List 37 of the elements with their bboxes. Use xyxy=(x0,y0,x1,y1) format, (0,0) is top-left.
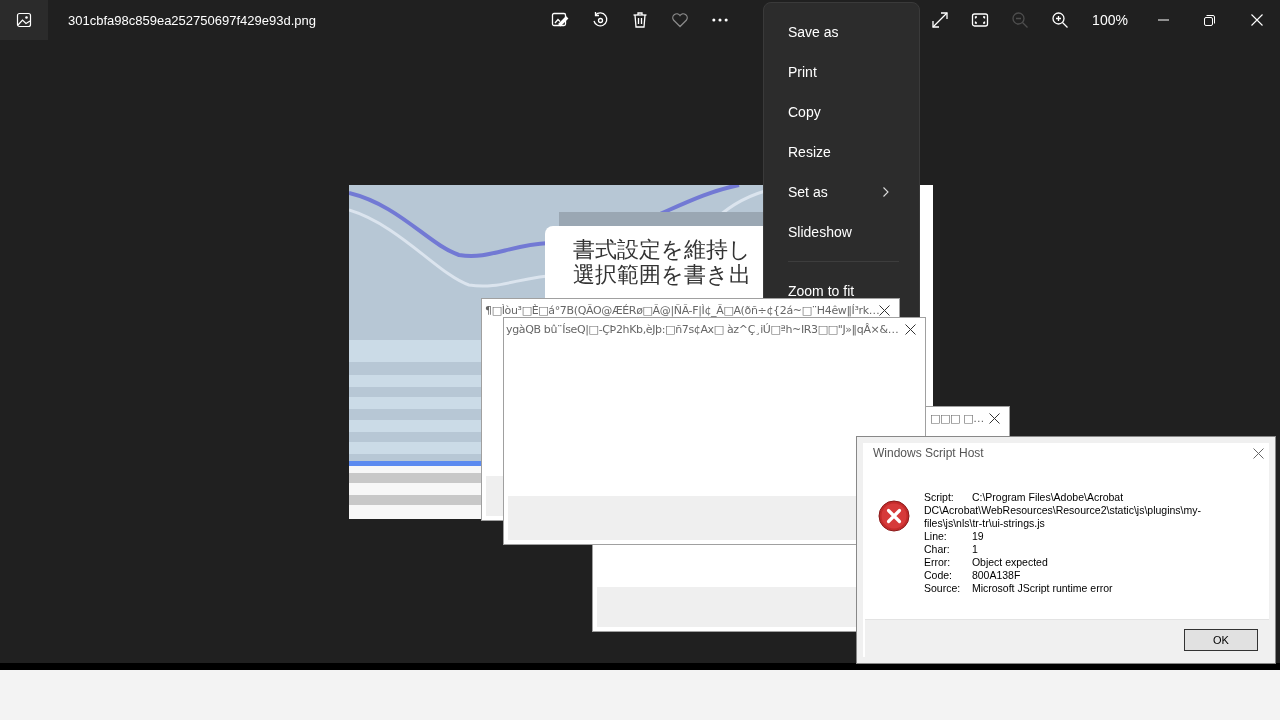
minimize-icon xyxy=(1157,19,1169,21)
menu-label: Set as xyxy=(788,184,828,200)
heart-icon xyxy=(671,11,689,29)
file-name: 301cbfa98c859ea252750697f429e93d.png xyxy=(68,12,316,28)
window-title: Windows Script Host xyxy=(873,446,984,460)
zoom-level[interactable]: 100% xyxy=(1092,12,1128,28)
more-icon xyxy=(712,18,728,22)
rotate-icon xyxy=(591,11,609,29)
error-detail-line: Source: Microsoft JScript runtime error xyxy=(924,582,1114,595)
error-detail-line: Script: C:\Program Files\Adobe\Acrobat DC\Acrobat\WebResources\Resource2\static\js\plugins\my-files\js\nls\tr-tr\ui-strings.js xyxy=(924,491,1202,530)
menu-item[interactable]: Set as xyxy=(768,172,915,212)
ok-button[interactable]: OK xyxy=(1184,629,1258,651)
close-icon[interactable] xyxy=(905,323,916,335)
menu-item[interactable]: Copy xyxy=(768,92,915,132)
restore-icon xyxy=(1204,14,1216,26)
close-icon[interactable] xyxy=(1253,447,1264,459)
window-title: □□□ □… xyxy=(930,411,984,425)
error-detail-line: Error: Object expected xyxy=(924,556,1049,569)
close-icon[interactable] xyxy=(879,304,890,316)
edit-image-icon xyxy=(551,11,569,29)
heading-line: 選択範囲を書き出 xyxy=(572,261,751,287)
window-title: ygàQB bû¨ÍseQ|□-ÇÞ2hKb,èJþ:□ñ7s¢Ax□ àz^Ç¸iÚ□ªh~IR3□□"J»‖qÂ×&… xyxy=(506,322,900,336)
menu-item[interactable]: Print xyxy=(768,52,915,92)
menu-item[interactable]: Resize xyxy=(768,132,915,172)
close-icon xyxy=(1250,14,1263,26)
error-detail-line: Code: 800A138F xyxy=(924,569,1022,582)
image-icon xyxy=(16,12,32,28)
heading-line: 書式設定を維持し xyxy=(572,236,751,262)
error-icon xyxy=(878,500,910,532)
error-detail-line: Line: 19 xyxy=(924,530,985,543)
menu-item[interactable]: Save as xyxy=(768,12,915,52)
delete-icon xyxy=(631,11,649,29)
close-icon[interactable] xyxy=(989,412,1000,424)
chevron-right-icon xyxy=(883,187,889,197)
menu-item[interactable]: Slideshow xyxy=(768,212,915,252)
error-detail-line: Char: 1 xyxy=(924,543,979,556)
window-title: ¶□Ìòu³□È□á°7B(QÃO@ÆÉRø□Ã@|ÑÃ-F|Ì¢_Ã□A(ðñ÷¢{2á~□¨H4êw‖Í³rk… xyxy=(485,303,879,317)
